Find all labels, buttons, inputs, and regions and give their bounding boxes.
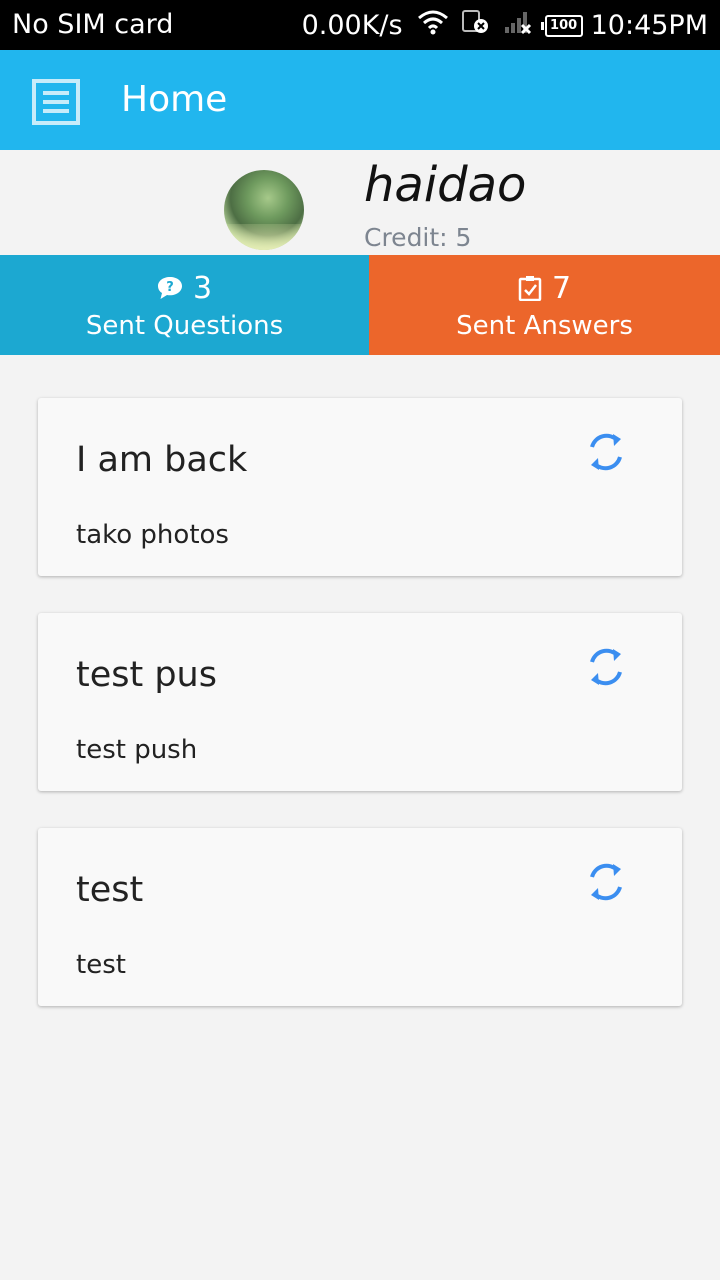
network-speed: 0.00K/s <box>301 10 403 41</box>
sent-answers-header: 7 <box>369 269 720 307</box>
carrier-label: No SIM card <box>12 9 174 40</box>
app-bar: Home <box>0 50 720 150</box>
credit-label: Credit: 5 <box>364 223 472 252</box>
sent-questions-label: Sent Questions <box>85 311 284 341</box>
username: haidao <box>364 157 527 213</box>
question-card[interactable]: test pus test push <box>38 613 682 791</box>
sent-questions-header: ? 3 <box>0 269 369 307</box>
battery-icon: 100 <box>540 14 583 37</box>
status-bar: No SIM card 0.00K/s 100 10:45PM <box>0 0 720 50</box>
sent-answers-tab[interactable]: 7 Sent Answers <box>369 255 720 355</box>
card-title: I am back <box>76 440 248 480</box>
status-right: 0.00K/s 100 10:45PM <box>302 9 708 42</box>
sent-questions-count: 3 <box>192 270 213 306</box>
menu-icon[interactable] <box>32 79 80 125</box>
clock: 10:45PM <box>590 10 708 41</box>
question-card[interactable]: test test <box>38 828 682 1006</box>
wifi-icon <box>417 9 449 42</box>
menu-line <box>43 100 69 104</box>
clipboard-check-icon <box>518 275 542 302</box>
card-body: test push <box>76 735 198 765</box>
sent-answers-count: 7 <box>551 270 572 306</box>
card-body: test <box>76 950 126 980</box>
card-body: tako photos <box>76 520 229 550</box>
chat-bubble-icon: ? <box>157 276 183 300</box>
menu-line <box>43 91 69 95</box>
svg-text:?: ? <box>166 280 174 295</box>
refresh-icon[interactable] <box>584 860 628 904</box>
sim-error-icon <box>461 9 491 42</box>
sent-questions-tab[interactable]: ? 3 Sent Questions <box>0 255 369 355</box>
avatar[interactable] <box>224 170 304 250</box>
page-title: Home <box>121 79 228 120</box>
refresh-icon[interactable] <box>584 645 628 689</box>
avatar-image-detail <box>224 224 304 250</box>
sent-answers-label: Sent Answers <box>456 311 633 341</box>
menu-line <box>43 109 69 113</box>
refresh-icon[interactable] <box>584 430 628 474</box>
signal-off-icon <box>503 9 533 42</box>
card-title: test pus <box>76 655 217 695</box>
profile-header: haidao Credit: 5 <box>0 150 720 255</box>
question-card[interactable]: I am back tako photos <box>38 398 682 576</box>
card-title: test <box>76 870 144 910</box>
